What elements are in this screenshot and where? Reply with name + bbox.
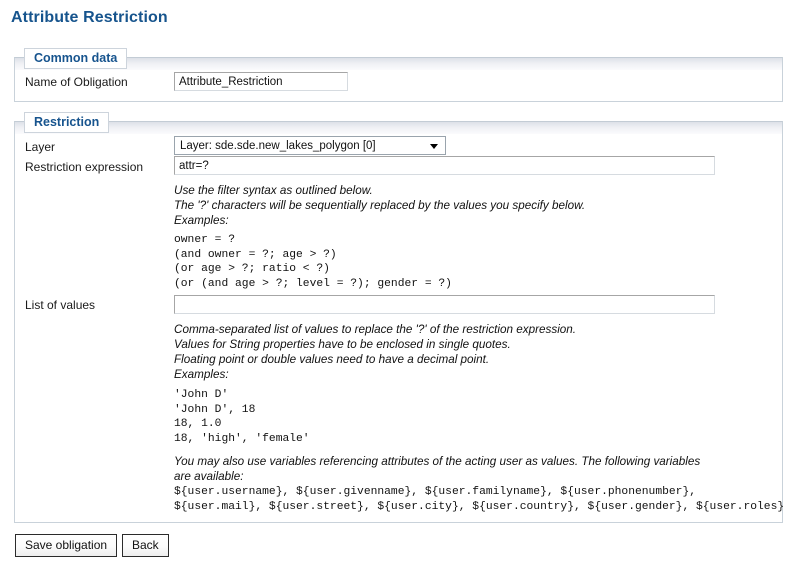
- chevron-down-icon: [430, 143, 438, 149]
- expression-help-text: Use the filter syntax as outlined below.…: [174, 184, 586, 227]
- restriction-legend: Restriction: [24, 112, 110, 133]
- name-of-obligation-input[interactable]: [174, 72, 348, 91]
- layer-select[interactable]: Layer: sde.sde.new_lakes_polygon [0]: [174, 136, 446, 155]
- fieldset-gradient-band: [15, 58, 782, 70]
- expression-examples-code: owner = ? (and owner = ?; age > ?) (or a…: [174, 234, 452, 290]
- common-data-fieldset: Common data Name of Obligation: [14, 48, 783, 102]
- restriction-expression-input[interactable]: [174, 156, 715, 175]
- values-help-text: Comma-separated list of values to replac…: [174, 323, 577, 381]
- restriction-fieldset: Restriction Layer Layer: sde.sde.new_lak…: [14, 112, 784, 523]
- variables-list-code: ${user.username}, ${user.givenname}, ${u…: [174, 486, 785, 513]
- variables-help-text: You may also use variables referencing a…: [174, 455, 701, 483]
- page-title: Attribute Restriction: [11, 9, 168, 26]
- restriction-expression-label: Restriction expression: [25, 160, 144, 174]
- values-examples-code: 'John D' 'John D', 18 18, 1.0 18, 'high'…: [174, 389, 310, 445]
- common-data-legend: Common data: [24, 48, 128, 69]
- layer-label: Layer: [25, 140, 56, 154]
- fieldset-gradient-band-2: [15, 122, 782, 134]
- list-of-values-input[interactable]: [174, 295, 715, 314]
- name-of-obligation-label: Name of Obligation: [25, 75, 128, 89]
- list-of-values-label: List of values: [25, 298, 96, 312]
- layer-select-value: Layer: sde.sde.new_lakes_polygon [0]: [180, 140, 376, 152]
